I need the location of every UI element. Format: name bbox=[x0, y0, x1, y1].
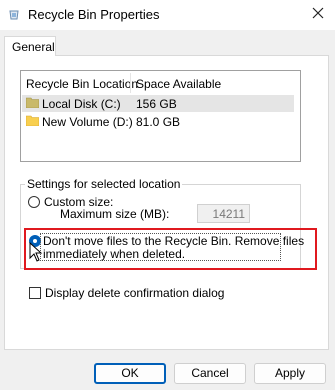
confirm-label[interactable]: Display delete confirmation dialog bbox=[45, 286, 224, 300]
custom-size-radio[interactable] bbox=[28, 196, 40, 208]
ok-button[interactable]: OK bbox=[94, 363, 166, 384]
tab-general-label: General bbox=[12, 40, 55, 54]
list-item[interactable]: New Volume (D:) 81.0 GB bbox=[22, 113, 294, 130]
max-size-field[interactable]: 14211 bbox=[197, 204, 250, 223]
dont-move-label-line1[interactable]: Don't move files to the Recycle Bin. Rem… bbox=[43, 234, 304, 248]
close-icon[interactable] bbox=[311, 6, 325, 20]
dont-move-label-line2[interactable]: immediately when deleted. bbox=[43, 247, 185, 261]
column-separator[interactable] bbox=[130, 73, 131, 93]
max-size-label: Maximum size (MB): bbox=[60, 207, 170, 221]
mouse-cursor-icon bbox=[29, 242, 43, 262]
drive-icon bbox=[26, 97, 39, 108]
confirm-checkbox[interactable] bbox=[29, 287, 41, 299]
settings-group-title: Settings for selected location bbox=[25, 177, 183, 191]
space-available: 156 GB bbox=[136, 97, 177, 111]
window-title: Recycle Bin Properties bbox=[28, 7, 160, 22]
cancel-button[interactable]: Cancel bbox=[174, 363, 246, 384]
recycle-bin-icon bbox=[9, 10, 19, 20]
column-header-location[interactable]: Recycle Bin Location bbox=[26, 77, 138, 91]
location-name: New Volume (D:) bbox=[42, 115, 133, 129]
list-item[interactable]: Local Disk (C:) 156 GB bbox=[22, 95, 294, 112]
apply-button[interactable]: Apply bbox=[254, 363, 326, 384]
tab-general[interactable]: General bbox=[4, 36, 56, 56]
folder-icon bbox=[26, 115, 39, 126]
space-available: 81.0 GB bbox=[136, 115, 181, 129]
column-header-space[interactable]: Space Available bbox=[136, 77, 221, 91]
location-name: Local Disk (C:) bbox=[42, 97, 121, 111]
